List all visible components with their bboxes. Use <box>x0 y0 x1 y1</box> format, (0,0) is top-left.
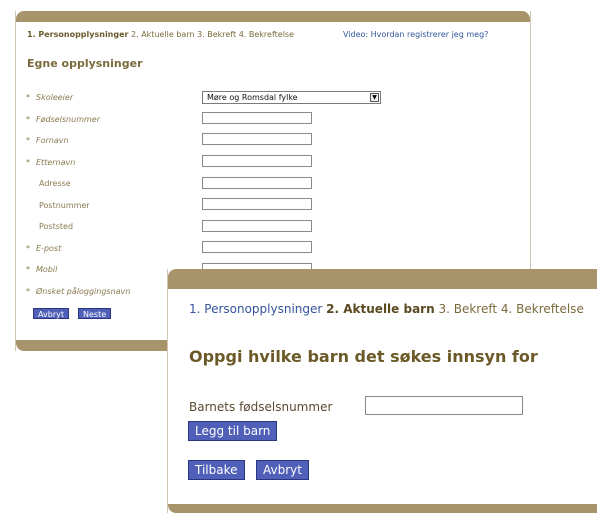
cancel-button[interactable]: Avbryt <box>256 460 309 480</box>
field-label-adresse: Adresse <box>39 179 71 188</box>
step-remaining: 3. Bekreft 4. Bekreftelse <box>434 302 584 316</box>
field-label-skoleeier: * Skoleeier <box>26 93 74 102</box>
fodselsnummer-input[interactable] <box>202 112 312 124</box>
next-button[interactable]: Neste <box>78 308 112 319</box>
back-button[interactable]: Tilbake <box>188 460 245 480</box>
field-label-fodselsnummer: * Fødselsnummer <box>26 115 100 124</box>
epost-input[interactable] <box>202 241 312 253</box>
fornavn-input[interactable] <box>202 133 312 145</box>
step-indicator: 1. Personopplysninger 2. Aktuelle barn 3… <box>27 30 294 39</box>
panel-top-bar <box>16 11 530 22</box>
postnummer-input[interactable] <box>202 198 312 210</box>
etternavn-input[interactable] <box>202 155 312 167</box>
section-heading: Egne opplysninger <box>27 57 143 70</box>
chevron-down-icon[interactable]: ▼ <box>370 93 379 102</box>
adresse-input[interactable] <box>202 177 312 189</box>
poststed-input[interactable] <box>202 220 312 232</box>
child-id-input[interactable] <box>365 396 523 415</box>
cancel-button[interactable]: Avbryt <box>33 308 69 319</box>
registration-form-step2: 1. Personopplysninger 2. Aktuelle barn 3… <box>167 269 597 513</box>
video-help-link[interactable]: Video: Hvordan registrerer jeg meg? <box>343 30 488 39</box>
field-label-poststed: Poststed <box>39 222 74 231</box>
field-label-fornavn: * Fornavn <box>26 136 69 145</box>
panel-top-bar <box>168 269 597 289</box>
add-child-button[interactable]: Legg til barn <box>188 421 278 441</box>
step-indicator: 1. Personopplysninger 2. Aktuelle barn 3… <box>189 302 584 316</box>
field-label-brukernavn: * Ønsket påloggingsnavn <box>26 287 131 296</box>
step-current: 1. Personopplysninger <box>27 30 129 39</box>
step-current: 2. Aktuelle barn <box>326 302 435 316</box>
child-id-label: Barnets fødselsnummer <box>189 400 333 414</box>
field-label-mobil: * Mobil <box>26 265 58 274</box>
panel-bottom-bar <box>168 504 597 513</box>
step-previous-link[interactable]: 1. Personopplysninger <box>189 302 322 316</box>
field-label-postnummer: Postnummer <box>39 201 90 210</box>
step-remaining: 2. Aktuelle barn 3. Bekreft 4. Bekreftel… <box>128 30 294 39</box>
section-heading: Oppgi hvilke barn det søkes innsyn for <box>189 347 538 366</box>
field-label-epost: * E-post <box>26 244 62 253</box>
field-label-etternavn: * Etternavn <box>26 158 76 167</box>
skoleeier-select[interactable]: Møre og Romsdal fylke ▼ <box>202 91 381 104</box>
